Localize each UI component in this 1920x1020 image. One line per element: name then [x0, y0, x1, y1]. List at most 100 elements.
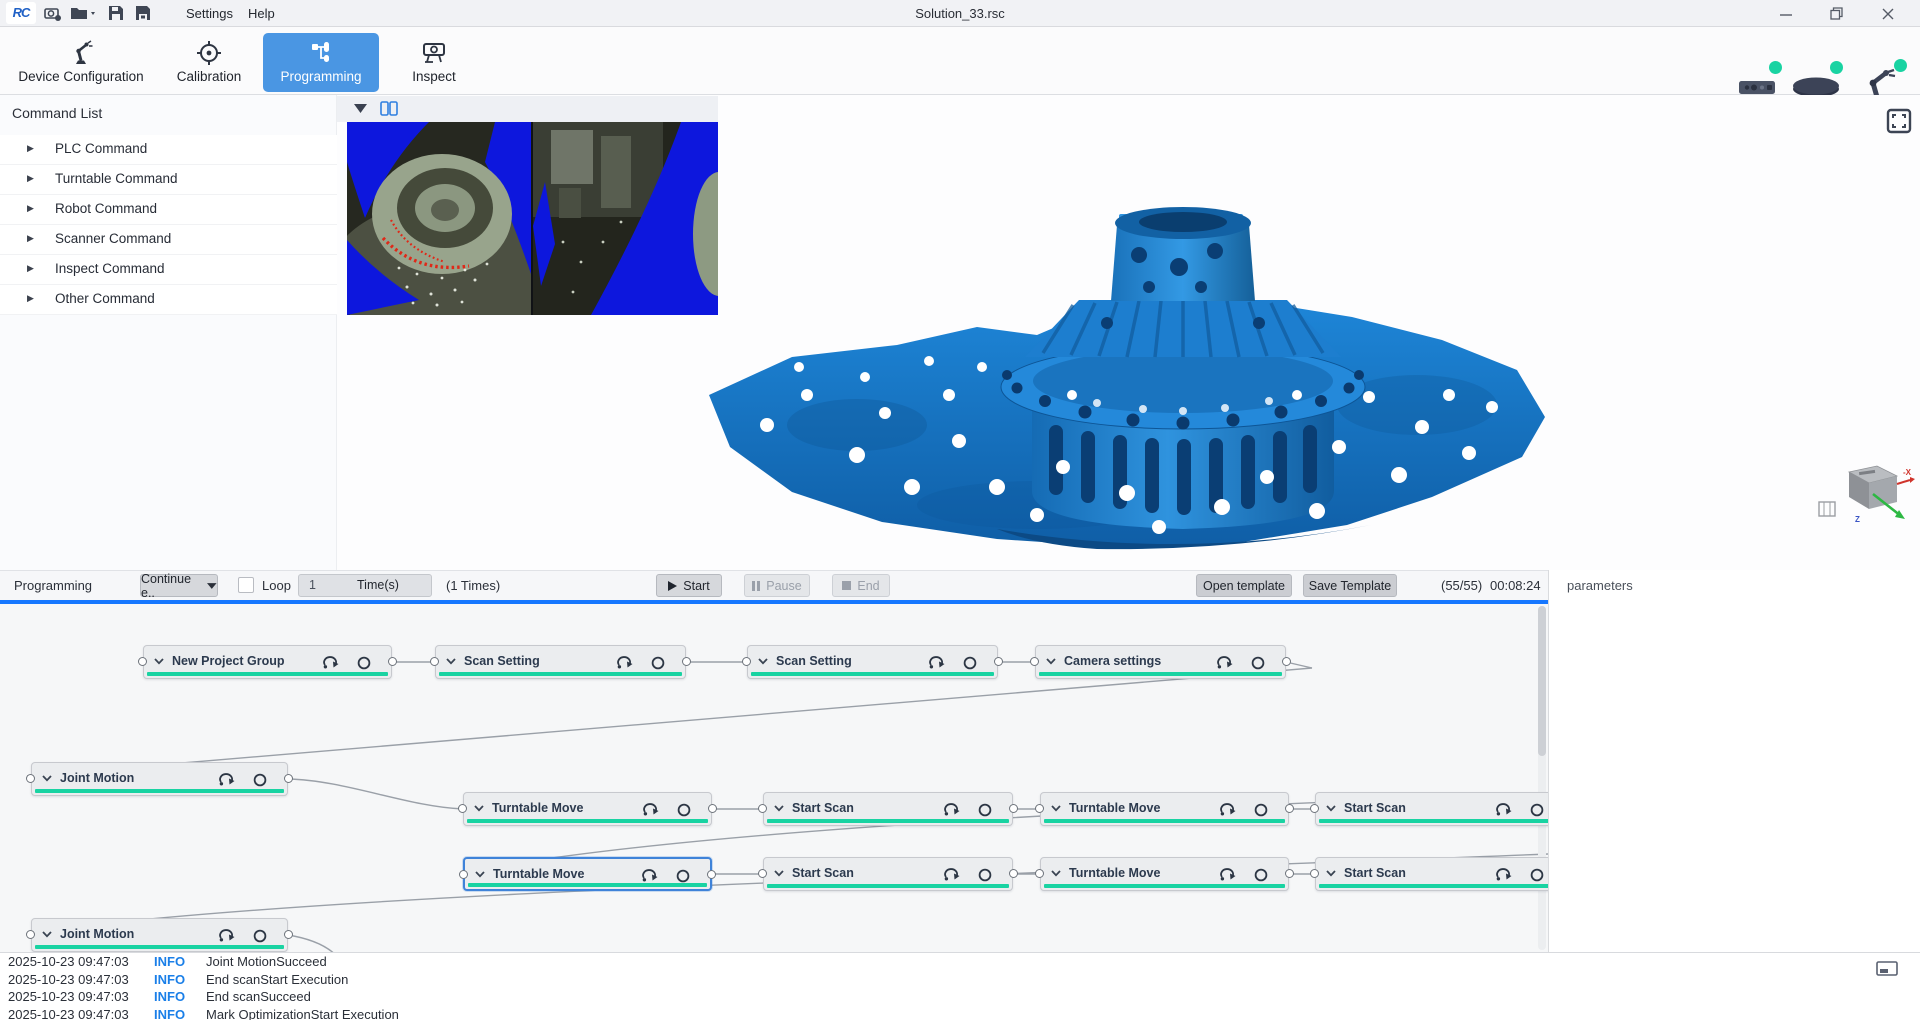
command-list-item[interactable]: ▶Scanner Command: [0, 225, 337, 255]
input-port[interactable]: [459, 870, 468, 879]
run-from-here-icon[interactable]: [642, 802, 659, 817]
breakpoint-icon[interactable]: [253, 929, 267, 943]
open-template-button[interactable]: Open template: [1196, 574, 1292, 597]
breakpoint-icon[interactable]: [963, 656, 977, 670]
run-from-here-icon[interactable]: [1219, 802, 1236, 817]
expand-caret-icon[interactable]: ▶: [27, 143, 34, 154]
preview-collapse-icon[interactable]: [354, 104, 367, 114]
flow-node[interactable]: Joint Motion: [31, 762, 288, 796]
minimize-button[interactable]: [1764, 0, 1808, 27]
input-port[interactable]: [430, 657, 439, 666]
breakpoint-icon[interactable]: [978, 868, 992, 882]
breakpoint-icon[interactable]: [357, 656, 371, 670]
start-button[interactable]: Start: [656, 574, 722, 597]
loop-times-input[interactable]: 1: [309, 578, 316, 592]
breakpoint-icon[interactable]: [1530, 868, 1544, 882]
chevron-down-icon[interactable]: [42, 774, 52, 782]
output-port[interactable]: [284, 774, 293, 783]
input-port[interactable]: [758, 804, 767, 813]
command-list-item[interactable]: ▶Other Command: [0, 285, 337, 315]
flow-node[interactable]: Turntable Move: [1040, 857, 1289, 891]
camera-preview-right[interactable]: [533, 122, 718, 315]
chevron-down-icon[interactable]: [774, 804, 784, 812]
chevron-down-icon[interactable]: [154, 657, 164, 665]
breakpoint-icon[interactable]: [978, 803, 992, 817]
breakpoint-icon[interactable]: [676, 869, 690, 883]
run-from-here-icon[interactable]: [616, 655, 633, 670]
flow-node[interactable]: Scan Setting: [747, 645, 998, 679]
output-port[interactable]: [388, 657, 397, 666]
expand-caret-icon[interactable]: ▶: [27, 173, 34, 184]
pause-button[interactable]: Pause: [744, 574, 810, 597]
tab-inspect[interactable]: Inspect: [394, 33, 474, 92]
flow-node[interactable]: Start Scan: [1315, 792, 1548, 826]
output-port[interactable]: [1285, 869, 1294, 878]
input-port[interactable]: [1030, 657, 1039, 666]
command-list-item[interactable]: ▶Robot Command: [0, 195, 337, 225]
flow-node[interactable]: Joint Motion: [31, 918, 288, 952]
fullscreen-icon[interactable]: [1886, 108, 1912, 134]
log-minimize-icon[interactable]: [1876, 961, 1898, 976]
run-from-here-icon[interactable]: [1495, 867, 1512, 882]
flow-node[interactable]: Scan Setting: [435, 645, 686, 679]
run-from-here-icon[interactable]: [641, 868, 658, 883]
breakpoint-icon[interactable]: [1254, 868, 1268, 882]
input-port[interactable]: [1035, 804, 1044, 813]
chevron-down-icon[interactable]: [475, 870, 485, 878]
run-from-here-icon[interactable]: [218, 928, 235, 943]
output-port[interactable]: [994, 657, 1003, 666]
breakpoint-icon[interactable]: [651, 656, 665, 670]
flow-node[interactable]: Turntable Move: [463, 857, 712, 891]
output-port[interactable]: [1009, 804, 1018, 813]
output-port[interactable]: [284, 930, 293, 939]
expand-caret-icon[interactable]: ▶: [27, 233, 34, 244]
chevron-down-icon[interactable]: [1326, 804, 1336, 812]
output-port[interactable]: [1282, 657, 1291, 666]
output-port[interactable]: [707, 870, 716, 879]
input-port[interactable]: [758, 869, 767, 878]
input-port[interactable]: [26, 774, 35, 783]
input-port[interactable]: [138, 657, 147, 666]
chevron-down-icon[interactable]: [1046, 657, 1056, 665]
command-list-item[interactable]: ▶Inspect Command: [0, 255, 337, 285]
output-port[interactable]: [708, 804, 717, 813]
flowchart-scrollbar[interactable]: [1538, 606, 1546, 950]
command-list-item[interactable]: ▶PLC Command: [0, 135, 337, 165]
flow-node[interactable]: Turntable Move: [463, 792, 712, 826]
breakpoint-icon[interactable]: [253, 773, 267, 787]
input-port[interactable]: [1035, 869, 1044, 878]
save-template-button[interactable]: Save Template: [1303, 574, 1397, 597]
split-view-icon[interactable]: [380, 101, 398, 116]
close-button[interactable]: [1866, 0, 1910, 27]
breakpoint-icon[interactable]: [1251, 656, 1265, 670]
run-from-here-icon[interactable]: [928, 655, 945, 670]
flow-node[interactable]: New Project Group: [143, 645, 392, 679]
run-from-here-icon[interactable]: [218, 772, 235, 787]
run-from-here-icon[interactable]: [1495, 802, 1512, 817]
input-port[interactable]: [458, 804, 467, 813]
run-from-here-icon[interactable]: [943, 867, 960, 882]
run-from-here-icon[interactable]: [943, 802, 960, 817]
output-port[interactable]: [682, 657, 691, 666]
chevron-down-icon[interactable]: [1051, 869, 1061, 877]
flow-node[interactable]: Camera settings: [1035, 645, 1286, 679]
breakpoint-icon[interactable]: [1530, 803, 1544, 817]
end-button[interactable]: End: [832, 574, 890, 597]
chevron-down-icon[interactable]: [474, 804, 484, 812]
command-list-item[interactable]: ▶Turntable Command: [0, 165, 337, 195]
expand-caret-icon[interactable]: ▶: [27, 263, 34, 274]
run-from-here-icon[interactable]: [1219, 867, 1236, 882]
chevron-down-icon[interactable]: [42, 930, 52, 938]
camera-preview-left[interactable]: [347, 122, 531, 315]
tab-calibration[interactable]: Calibration: [163, 33, 255, 92]
tab-programming[interactable]: Programming: [263, 33, 379, 92]
tab-device-configuration[interactable]: Device Configuration: [2, 33, 160, 92]
input-port[interactable]: [1310, 804, 1319, 813]
expand-caret-icon[interactable]: ▶: [27, 293, 34, 304]
restore-button[interactable]: [1814, 0, 1858, 27]
breakpoint-icon[interactable]: [677, 803, 691, 817]
output-port[interactable]: [1285, 804, 1294, 813]
flow-node[interactable]: Start Scan: [763, 792, 1013, 826]
flow-node[interactable]: Start Scan: [763, 857, 1013, 891]
run-from-here-icon[interactable]: [1216, 655, 1233, 670]
